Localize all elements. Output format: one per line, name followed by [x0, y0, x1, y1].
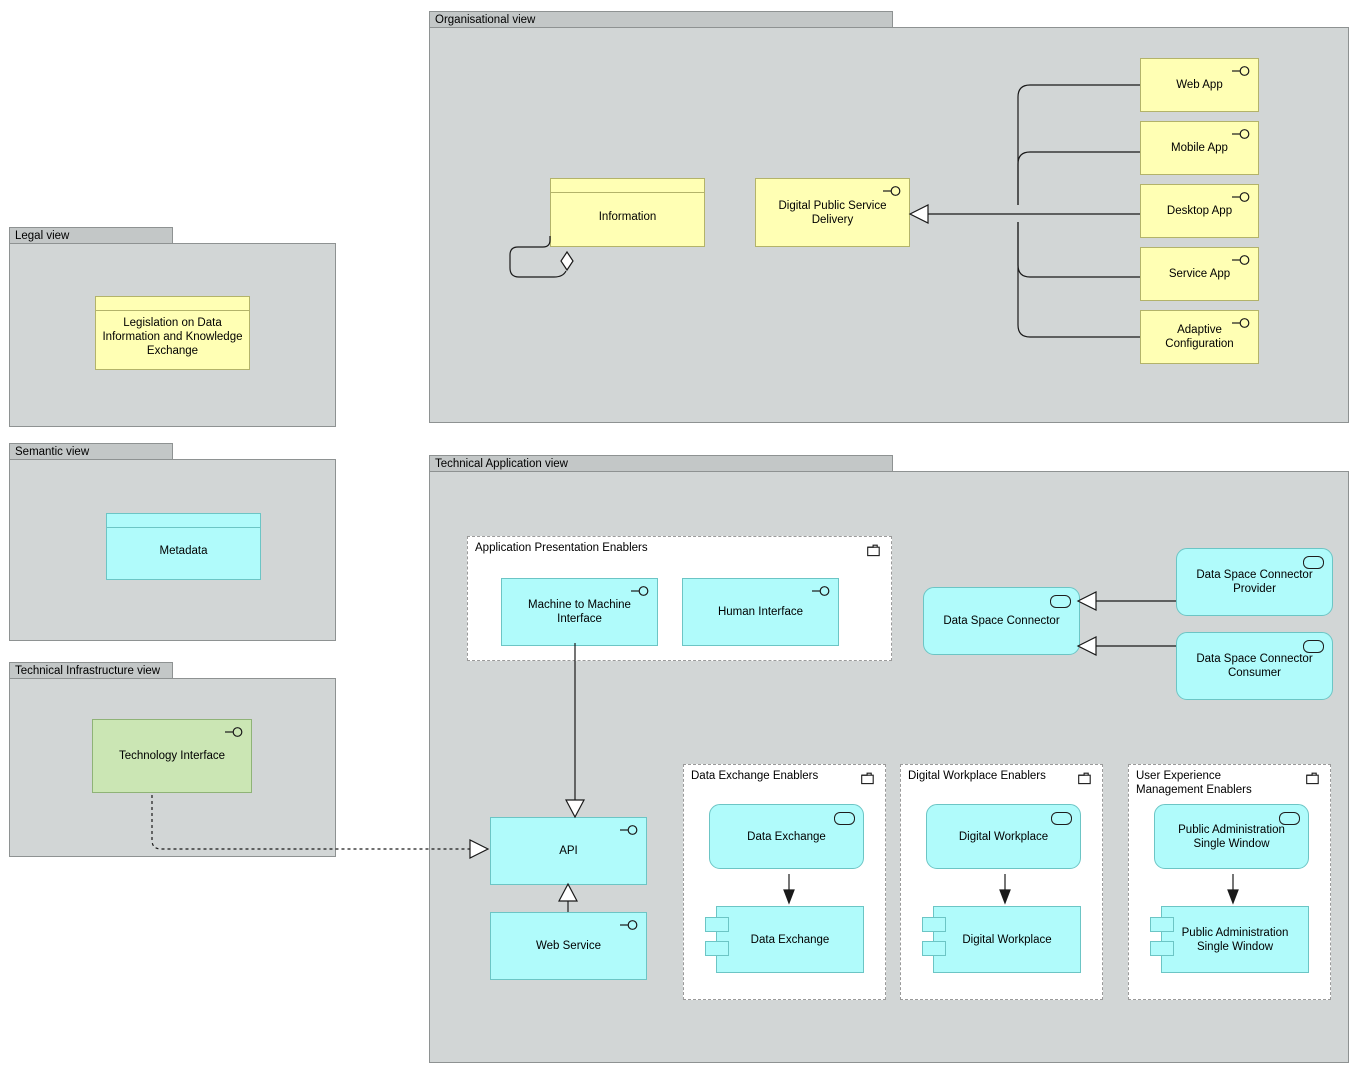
element-technology-interface[interactable]: Technology Interface — [92, 719, 252, 793]
interface-lollipop-icon — [1232, 65, 1252, 77]
element-data-space-connector[interactable]: Data Space Connector — [923, 587, 1080, 655]
component-tab-icon — [1150, 941, 1174, 956]
component-tab-icon — [705, 917, 729, 932]
component-tab-icon — [1150, 917, 1174, 932]
element-information[interactable]: Information — [550, 178, 705, 247]
view-group-technical-application-title: Technical Application view — [429, 455, 893, 472]
interface-lollipop-icon — [631, 585, 651, 597]
view-group-semantic-title: Semantic view — [9, 443, 173, 460]
interface-lollipop-icon — [1232, 191, 1252, 203]
application-service-icon — [834, 812, 855, 825]
view-group-organisational[interactable]: Organisational view Information Digital … — [429, 11, 1349, 423]
object-header-bar — [107, 514, 260, 528]
element-metadata[interactable]: Metadata — [106, 513, 261, 580]
grouping-application-presentation-enablers[interactable]: Application Presentation Enablers Machin… — [467, 536, 892, 661]
element-label: Machine to Machine Interface — [528, 599, 631, 625]
view-group-legal-title: Legal view — [9, 227, 173, 244]
element-label: Data Space Connector Provider — [1196, 569, 1313, 595]
element-mobile-app[interactable]: Mobile App — [1140, 121, 1259, 175]
interface-lollipop-icon — [1232, 128, 1252, 140]
grouping-label: Data Exchange Enablers — [691, 770, 819, 782]
element-web-app[interactable]: Web App — [1140, 58, 1259, 112]
element-data-exchange-service[interactable]: Data Exchange — [709, 804, 864, 869]
view-group-legal[interactable]: Legal view Legislation on Data Informati… — [9, 227, 336, 427]
element-label: Data Space Connector — [943, 615, 1060, 627]
interface-lollipop-icon — [812, 585, 832, 597]
element-desktop-app[interactable]: Desktop App — [1140, 184, 1259, 238]
interface-lollipop-icon — [620, 919, 640, 931]
element-label: Public Administration Single Window — [1181, 926, 1289, 953]
grouping-user-experience-management-enablers[interactable]: User Experience Management Enablers Publ… — [1128, 764, 1331, 1000]
element-service-app[interactable]: Service App — [1140, 247, 1259, 301]
element-label: Digital Public Service Delivery — [778, 199, 887, 226]
element-data-space-connector-provider[interactable]: Data Space Connector Provider — [1176, 548, 1333, 616]
element-legislation[interactable]: Legislation on Data Information and Know… — [95, 296, 250, 370]
element-data-exchange-component[interactable]: Data Exchange — [705, 906, 864, 973]
element-api[interactable]: API — [490, 817, 647, 885]
view-group-semantic[interactable]: Semantic view Metadata — [9, 443, 336, 641]
element-human-interface[interactable]: Human Interface — [682, 578, 839, 646]
element-label: Data Exchange — [747, 830, 826, 843]
element-adaptive-configuration[interactable]: Adaptive Configuration — [1140, 310, 1259, 364]
application-service-icon — [1050, 595, 1071, 608]
interface-lollipop-icon — [883, 185, 903, 197]
grouping-data-exchange-enablers[interactable]: Data Exchange Enablers Data Exchange Dat… — [683, 764, 886, 1000]
element-digital-public-service-delivery[interactable]: Digital Public Service Delivery — [755, 178, 910, 247]
element-label: Technology Interface — [118, 750, 226, 762]
view-group-technical-infrastructure-title: Technical Infrastructure view — [9, 662, 173, 679]
application-service-icon — [1303, 556, 1324, 569]
element-label: Digital Workplace — [958, 830, 1049, 843]
folder-icon — [1078, 772, 1093, 785]
interface-lollipop-icon — [1232, 317, 1252, 329]
element-pa-single-window-component[interactable]: Public Administration Single Window — [1150, 906, 1309, 973]
grouping-label: Digital Workplace Enablers — [908, 770, 1046, 782]
element-machine-to-machine-interface[interactable]: Machine to Machine Interface — [501, 578, 658, 646]
element-label: Web App — [1176, 79, 1223, 91]
component-tab-icon — [922, 941, 946, 956]
interface-lollipop-icon — [225, 726, 245, 738]
element-label: Digital Workplace — [962, 933, 1052, 946]
folder-icon — [1306, 772, 1321, 785]
element-web-service[interactable]: Web Service — [490, 912, 647, 980]
element-data-space-connector-consumer[interactable]: Data Space Connector Consumer — [1176, 632, 1333, 700]
object-header-bar — [96, 297, 249, 311]
element-label: Legislation on Data Information and Know… — [102, 317, 243, 357]
application-service-icon — [1051, 812, 1072, 825]
folder-icon — [867, 544, 882, 557]
element-digital-workplace-service[interactable]: Digital Workplace — [926, 804, 1081, 869]
grouping-label: Application Presentation Enablers — [475, 542, 648, 554]
element-label: Metadata — [159, 545, 208, 557]
element-label: Human Interface — [717, 606, 803, 618]
element-label: API — [559, 845, 578, 857]
grouping-digital-workplace-enablers[interactable]: Digital Workplace Enablers Digital Workp… — [900, 764, 1103, 1000]
component-tab-icon — [922, 917, 946, 932]
folder-icon — [861, 772, 876, 785]
element-label: Web Service — [536, 940, 601, 952]
element-label: Data Exchange — [750, 933, 830, 946]
element-label: Information — [598, 211, 657, 223]
element-label: Public Administration Single Window — [1178, 823, 1285, 850]
element-label: Mobile App — [1171, 142, 1228, 154]
interface-lollipop-icon — [1232, 254, 1252, 266]
element-digital-workplace-component[interactable]: Digital Workplace — [922, 906, 1081, 973]
interface-lollipop-icon — [620, 824, 640, 836]
grouping-label: User Experience Management Enablers — [1136, 770, 1252, 796]
element-label: Service App — [1168, 268, 1231, 280]
application-service-icon — [1279, 812, 1300, 825]
view-group-organisational-title: Organisational view — [429, 11, 893, 28]
element-pa-single-window-service[interactable]: Public Administration Single Window — [1154, 804, 1309, 869]
object-header-bar — [551, 179, 704, 193]
component-tab-icon — [705, 941, 729, 956]
view-group-technical-infrastructure[interactable]: Technical Infrastructure view Technology… — [9, 662, 336, 857]
view-group-technical-application[interactable]: Technical Application view Application P… — [429, 455, 1349, 1063]
application-service-icon — [1303, 640, 1324, 653]
element-label: Desktop App — [1166, 205, 1233, 217]
element-label: Data Space Connector Consumer — [1196, 653, 1313, 679]
